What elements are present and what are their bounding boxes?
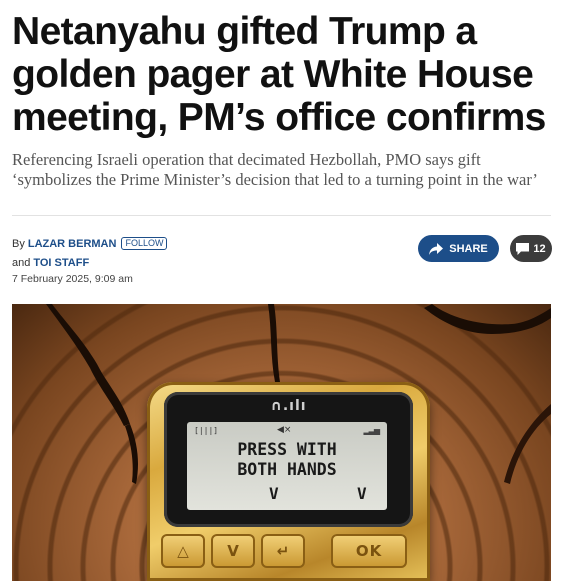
battery-icon: [|||] — [194, 426, 219, 435]
pager-arrow-right: V — [357, 484, 367, 503]
coauthor-link[interactable]: TOI Staff — [33, 257, 89, 269]
byline-by-prefix: By — [12, 237, 25, 250]
pager-screen: [|||] ◀× ▂▃▅ PRESS WITH BOTH HANDS V V — [187, 422, 387, 510]
mute-icon: ◀× — [277, 425, 292, 435]
pager-message: PRESS WITH BOTH HANDS — [237, 440, 337, 479]
article-photo: ∩.ılı [|||] ◀× ▂▃▅ PRESS WITH BOTH HANDS… — [12, 304, 551, 581]
headline: Netanyahu gifted Trump a golden pager at… — [12, 10, 546, 139]
pager-key-down: V — [211, 534, 255, 568]
pager-key-ok: OK — [331, 534, 407, 568]
comments-button[interactable]: 12 — [510, 235, 552, 262]
pager-key-up: △ — [161, 534, 205, 568]
pager-bezel: ∩.ılı [|||] ◀× ▂▃▅ PRESS WITH BOTH HANDS… — [164, 392, 413, 527]
comment-bubble-icon — [516, 242, 530, 255]
divider — [12, 215, 551, 216]
byline: By Lazar Berman FOLLOW and TOI Staff 7 F… — [12, 234, 168, 285]
byline-author-row: By Lazar Berman FOLLOW — [12, 234, 168, 253]
share-arrow-icon — [429, 242, 444, 255]
pager-key-enter: ↵ — [261, 534, 305, 568]
signal-icon: ▂▃▅ — [363, 426, 381, 435]
pager-keys: △ V ↵ OK — [161, 534, 417, 574]
byline-and-prefix: and — [12, 256, 31, 269]
pager-brand-logo: ∩.ılı — [270, 398, 307, 414]
byline-coauthor-row: and TOI Staff — [12, 253, 167, 272]
author-link[interactable]: Lazar Berman — [28, 238, 117, 250]
golden-pager: ∩.ılı [|||] ◀× ▂▃▅ PRESS WITH BOTH HANDS… — [147, 382, 430, 581]
share-label: SHARE — [449, 242, 488, 255]
share-button[interactable]: SHARE — [418, 235, 499, 262]
pager-arrow-left: V — [269, 484, 279, 503]
subheadline: Referencing Israeli operation that decim… — [12, 150, 538, 189]
follow-button[interactable]: FOLLOW — [121, 237, 168, 250]
publish-date: 7 February 2025, 9:09 am — [12, 273, 133, 285]
article: Netanyahu gifted Trump a golden pager at… — [0, 0, 563, 581]
comments-count: 12 — [533, 242, 546, 255]
